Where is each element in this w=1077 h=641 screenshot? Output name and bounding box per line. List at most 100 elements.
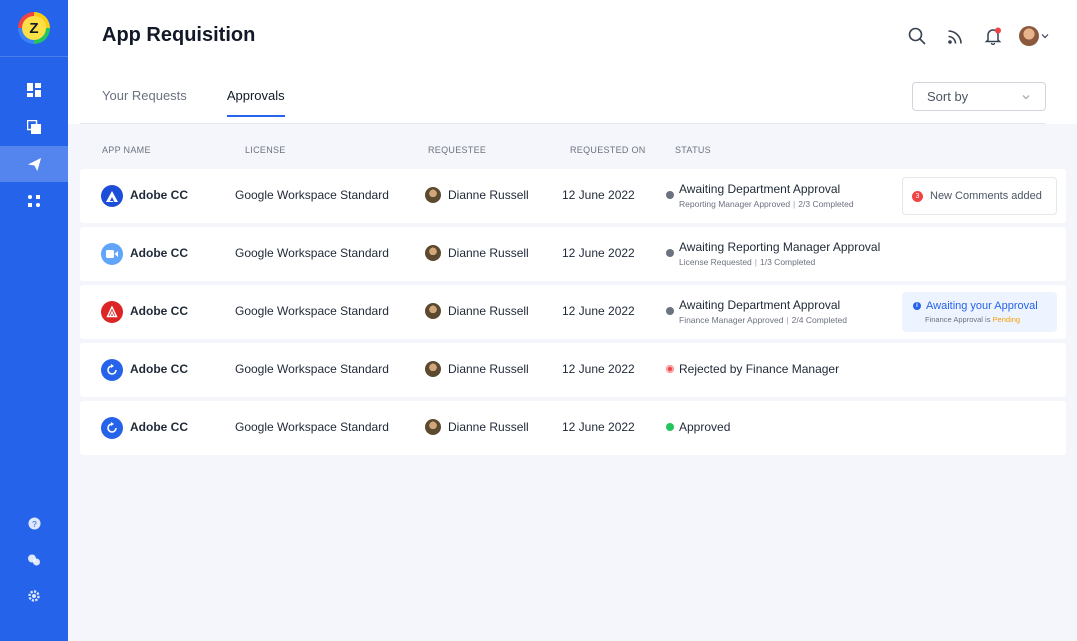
comments-label: New Comments added	[930, 190, 1042, 202]
app-name: Adobe CC	[130, 362, 188, 376]
rss-icon	[947, 29, 962, 44]
requestee-name: Dianne Russell	[448, 362, 529, 376]
search-icon	[908, 27, 926, 45]
chevron-down-icon	[1022, 94, 1030, 99]
app-name: Adobe CC	[130, 420, 188, 434]
column-header-requested-on: REQUESTED ON	[570, 145, 646, 155]
status-text: Awaiting Reporting Manager Approval	[679, 240, 881, 254]
app-name: Adobe CC	[130, 304, 188, 318]
gear-icon	[28, 590, 40, 602]
app-logo[interactable]: Z	[18, 12, 50, 44]
tab-your-requests[interactable]: Your Requests	[102, 88, 187, 117]
avatar	[425, 303, 441, 319]
status-progress: Finance Manager Approved | 2/4 Completed	[679, 315, 847, 325]
table-row[interactable]: Adobe CC Google Workspace Standard Diann…	[80, 169, 1066, 223]
requested-date: 12 June 2022	[562, 246, 635, 260]
chat-icon	[28, 554, 40, 566]
status-step: Reporting Manager Approved	[679, 199, 791, 209]
separator: |	[786, 315, 789, 325]
status-text: Awaiting Department Approval	[679, 182, 841, 196]
approval-state-prefix: Finance Approval is	[925, 315, 991, 324]
header-toolbar	[905, 24, 1049, 48]
page-title: App Requisition	[102, 24, 256, 46]
requested-date: 12 June 2022	[562, 420, 635, 434]
requestee-name: Dianne Russell	[448, 304, 529, 318]
sidebar: Z ?	[0, 0, 68, 641]
status-progress: Reporting Manager Approved | 2/3 Completed	[679, 199, 854, 209]
pending-status-icon	[666, 191, 674, 199]
sidebar-item-settings[interactable]	[0, 578, 68, 614]
tab-bar: Your Requests Approvals	[102, 88, 285, 117]
column-header-license: LICENSE	[245, 145, 286, 155]
feed-button[interactable]	[943, 24, 967, 48]
tab-approvals[interactable]: Approvals	[226, 88, 285, 117]
sidebar-item-apps[interactable]	[0, 183, 68, 219]
license-name: Google Workspace Standard	[235, 420, 389, 434]
status-text: Approved	[679, 420, 731, 434]
status-text: Rejected by Finance Manager	[679, 362, 840, 376]
avatar	[425, 361, 441, 377]
comment-count-badge: 3	[912, 190, 923, 202]
status-completed: 2/4 Completed	[791, 315, 847, 325]
pending-status-icon	[666, 249, 674, 257]
requested-date: 12 June 2022	[562, 188, 635, 202]
license-name: Google Workspace Standard	[235, 304, 389, 318]
notifications-button[interactable]	[981, 24, 1005, 48]
avatar	[425, 245, 441, 261]
status-completed: 1/3 Completed	[760, 257, 816, 267]
avatar	[425, 419, 441, 435]
refresh-app-icon	[101, 417, 123, 439]
bell-icon	[984, 27, 1002, 45]
rejected-status-icon	[666, 365, 674, 373]
status-progress: License Requested | 1/3 Completed	[679, 257, 815, 267]
svg-text:?: ?	[32, 518, 37, 528]
requestee-name: Dianne Russell	[448, 246, 529, 260]
user-menu[interactable]	[1019, 26, 1049, 46]
pending-label: Pending	[992, 315, 1021, 324]
avatar	[1019, 26, 1039, 46]
license-name: Google Workspace Standard	[235, 188, 389, 202]
acrobat-icon	[101, 301, 123, 323]
send-icon	[27, 157, 41, 171]
adobe-icon	[101, 185, 123, 207]
status-text: Awaiting Department Approval	[679, 298, 841, 312]
requested-date: 12 June 2022	[562, 304, 635, 318]
apps-grid-icon	[28, 195, 40, 207]
dashboard-icon	[27, 83, 41, 97]
chevron-down-icon	[1041, 34, 1049, 39]
refresh-app-icon	[101, 359, 123, 381]
info-icon: i	[913, 302, 921, 310]
table-row[interactable]: Adobe CC Google Workspace Standard Diann…	[80, 401, 1066, 455]
app-name: Adobe CC	[130, 188, 188, 202]
sidebar-item-copy[interactable]	[0, 109, 68, 145]
awaiting-approval-label: Awaiting your Approval	[926, 300, 1038, 312]
status-step: Finance Manager Approved	[679, 315, 784, 325]
license-name: Google Workspace Standard	[235, 362, 389, 376]
sidebar-item-dashboard[interactable]	[0, 72, 68, 108]
status-step: License Requested	[679, 257, 752, 267]
table-row[interactable]: Adobe CC Google Workspace Standard Diann…	[80, 285, 1066, 339]
sidebar-item-help[interactable]: ?	[0, 505, 68, 541]
column-header-status: STATUS	[675, 145, 711, 155]
sidebar-item-requisition[interactable]	[0, 146, 68, 182]
status-completed: 2/3 Completed	[798, 199, 854, 209]
sort-label: Sort by	[927, 89, 969, 104]
approved-check-icon	[666, 423, 674, 431]
help-icon: ?	[27, 516, 41, 530]
table-row[interactable]: Adobe CC Google Workspace Standard Diann…	[80, 343, 1066, 397]
approval-state-text: Finance Approval is Pending	[913, 315, 1020, 324]
requestee-name: Dianne Russell	[448, 420, 529, 434]
awaiting-approval-title: i Awaiting your Approval	[913, 300, 1038, 312]
search-button[interactable]	[905, 24, 929, 48]
requestee-name: Dianne Russell	[448, 188, 529, 202]
awaiting-approval-button[interactable]: i Awaiting your Approval Finance Approval…	[902, 292, 1057, 332]
logo-letter-icon: Z	[22, 16, 46, 40]
requested-date: 12 June 2022	[562, 362, 635, 376]
column-header-app-name: APP NAME	[102, 145, 151, 155]
sort-dropdown[interactable]: Sort by	[912, 82, 1046, 111]
sidebar-item-chat[interactable]	[0, 542, 68, 578]
pending-status-icon	[666, 307, 674, 315]
avatar	[425, 187, 441, 203]
table-row[interactable]: Adobe CC Google Workspace Standard Diann…	[80, 227, 1066, 281]
new-comments-button[interactable]: 3 New Comments added	[902, 177, 1057, 215]
